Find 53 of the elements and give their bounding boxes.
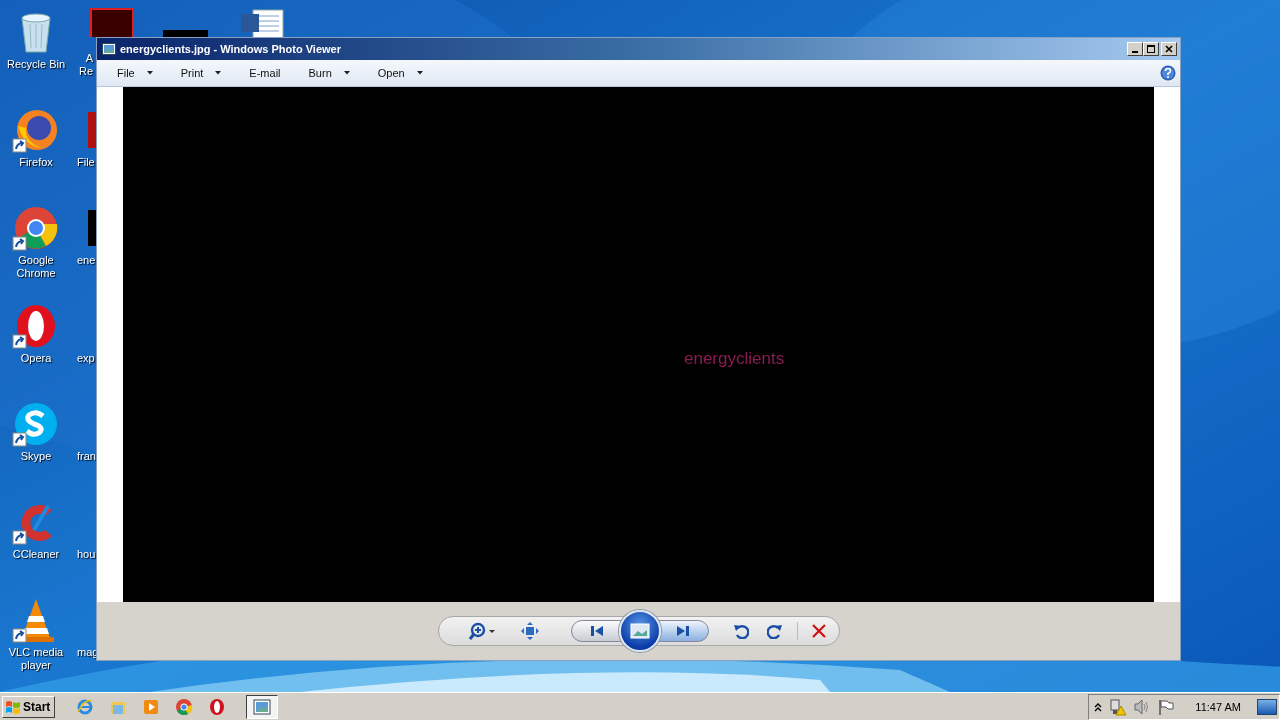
start-button[interactable]: Start xyxy=(2,695,56,718)
icon-label: Skype xyxy=(19,450,53,463)
slideshow-icon xyxy=(629,623,650,639)
menu-item[interactable]: E-mail xyxy=(241,65,289,81)
start-logo-icon xyxy=(5,698,21,715)
rotate-right-icon[interactable] xyxy=(766,623,783,639)
icon-label: exp xyxy=(77,352,96,365)
close-icon xyxy=(1164,44,1174,54)
next-icon xyxy=(675,625,690,637)
show-desktop-button[interactable] xyxy=(1257,698,1277,715)
minimize-icon xyxy=(1132,51,1138,53)
photo-taskbar-icon[interactable] xyxy=(246,694,279,719)
icon-label: hou xyxy=(77,548,97,561)
chrome-icon[interactable] xyxy=(12,204,60,252)
photo-icon xyxy=(102,43,116,55)
clock[interactable]: 11:47 AM xyxy=(1195,700,1241,713)
maximize-button[interactable] xyxy=(1143,42,1159,56)
image-text: energyclients xyxy=(684,349,785,369)
rotate-left-icon[interactable] xyxy=(732,623,749,639)
caret-icon[interactable] xyxy=(146,71,153,75)
menu-item[interactable]: Burn xyxy=(300,65,358,81)
document-icon[interactable] xyxy=(238,8,286,38)
minimize-button[interactable] xyxy=(1127,42,1143,56)
icon-label: VLC media player xyxy=(7,646,65,672)
menu-item[interactable]: Open xyxy=(369,65,431,81)
icon-label: fran xyxy=(77,450,97,463)
fit-to-window-icon[interactable] xyxy=(520,622,539,640)
previous-button[interactable] xyxy=(570,620,623,642)
previous-icon xyxy=(589,625,604,637)
network-warning-icon[interactable] xyxy=(1109,697,1128,716)
icon-label: ene xyxy=(77,254,97,267)
maximize-icon xyxy=(1146,44,1156,54)
icon-label: Recycle Bin xyxy=(5,58,67,71)
slideshow-button[interactable] xyxy=(618,610,661,652)
icon-label: Firefox xyxy=(18,156,54,169)
pdf-app-icon[interactable] xyxy=(90,8,134,37)
icon-label: A Re xyxy=(77,52,93,78)
close-button[interactable] xyxy=(1161,42,1177,56)
caret-icon[interactable] xyxy=(343,71,350,75)
flag-icon[interactable] xyxy=(1157,697,1176,716)
caret-icon[interactable] xyxy=(416,71,423,75)
skype-icon[interactable] xyxy=(12,400,60,448)
zoom-icon[interactable] xyxy=(468,622,497,640)
icon-label: Opera xyxy=(19,352,53,365)
window-title: energyclients.jpg - Windows Photo Viewer xyxy=(120,43,342,55)
menu-item[interactable]: File xyxy=(109,65,161,81)
menu-item[interactable]: Print xyxy=(172,65,230,81)
help-icon[interactable] xyxy=(1160,65,1176,81)
icon-label: File xyxy=(77,156,96,169)
delete-icon[interactable] xyxy=(811,624,826,638)
icon-label: Google Chrome xyxy=(15,254,57,280)
caret-icon[interactable] xyxy=(215,71,222,75)
icon-label: CCleaner xyxy=(11,548,61,561)
